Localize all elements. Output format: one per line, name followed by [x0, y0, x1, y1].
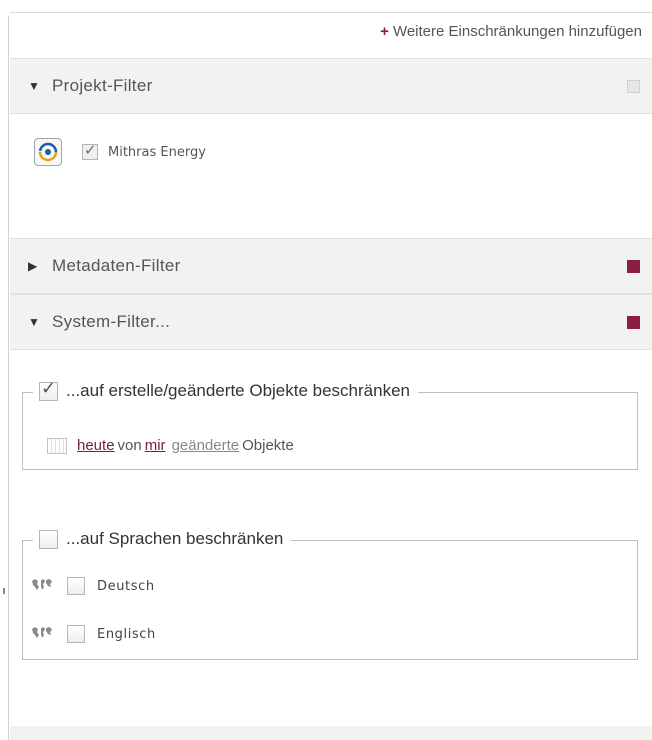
action-link[interactable]: geänderte	[172, 437, 240, 454]
languages-label: ...auf Sprachen beschränken	[66, 529, 284, 548]
project-label: Mithras Energy	[108, 144, 206, 160]
project-checkbox[interactable]: ✓	[82, 141, 98, 160]
panel-left-border	[8, 16, 9, 740]
date-link[interactable]: heute	[77, 437, 115, 454]
languages-legend: ...auf Sprachen beschränken	[33, 529, 292, 549]
project-filter-title: Projekt-Filter	[52, 76, 153, 95]
topbar: + Weitere Einschränkungen hinzufügen	[10, 12, 652, 49]
changed-objects-group: ✓ ...auf erstelle/geänderte Objekte besc…	[22, 378, 638, 470]
changed-objects-label: ...auf erstelle/geänderte Objekte beschr…	[66, 381, 410, 400]
world-map-icon	[31, 626, 53, 643]
add-restrictions-link[interactable]: Weitere Einschränkungen hinzufügen	[393, 23, 642, 40]
system-filter-header[interactable]: ▼ System-Filter...	[10, 294, 652, 350]
project-logo-icon	[34, 138, 62, 166]
language-item-deutsch: Deutsch	[31, 577, 155, 595]
project-filter-header[interactable]: ▼ Projekt-Filter	[10, 58, 652, 114]
project-item: ✓ Mithras Energy	[34, 138, 206, 166]
metadata-filter-header[interactable]: ▶ Metadaten-Filter	[10, 238, 652, 294]
language-item-englisch: Englisch	[31, 625, 156, 643]
languages-checkbox[interactable]	[39, 529, 58, 549]
collapse-arrow-icon[interactable]: ▼	[28, 315, 52, 329]
language-checkbox-deutsch[interactable]	[67, 577, 85, 595]
language-label-deutsch: Deutsch	[97, 578, 155, 594]
panel-footer	[10, 726, 652, 740]
filter-status-square[interactable]	[627, 259, 640, 273]
objects-label: Objekte	[242, 437, 294, 454]
language-label-englisch: Englisch	[97, 626, 156, 642]
languages-group: ...auf Sprachen beschränken Deutsch Engl…	[22, 529, 638, 660]
resize-tick	[3, 588, 5, 594]
metadata-filter-title: Metadaten-Filter	[52, 256, 181, 275]
expand-arrow-icon[interactable]: ▶	[28, 259, 52, 273]
changed-objects-sentence: heute von mir geänderte Objekte	[47, 437, 297, 454]
language-checkbox-englisch[interactable]	[67, 625, 85, 643]
calendar-icon[interactable]	[47, 437, 67, 454]
changed-objects-checkbox[interactable]: ✓	[39, 378, 58, 401]
filter-status-square[interactable]	[627, 315, 640, 329]
by-label: von	[117, 437, 142, 454]
changed-objects-legend: ✓ ...auf erstelle/geänderte Objekte besc…	[33, 378, 418, 401]
collapse-arrow-icon[interactable]: ▼	[28, 79, 52, 93]
filter-status-square[interactable]	[627, 79, 640, 93]
system-filter-title: System-Filter...	[52, 312, 171, 331]
world-map-icon	[31, 578, 53, 595]
add-icon[interactable]: +	[380, 23, 389, 40]
user-link[interactable]: mir	[145, 437, 166, 454]
